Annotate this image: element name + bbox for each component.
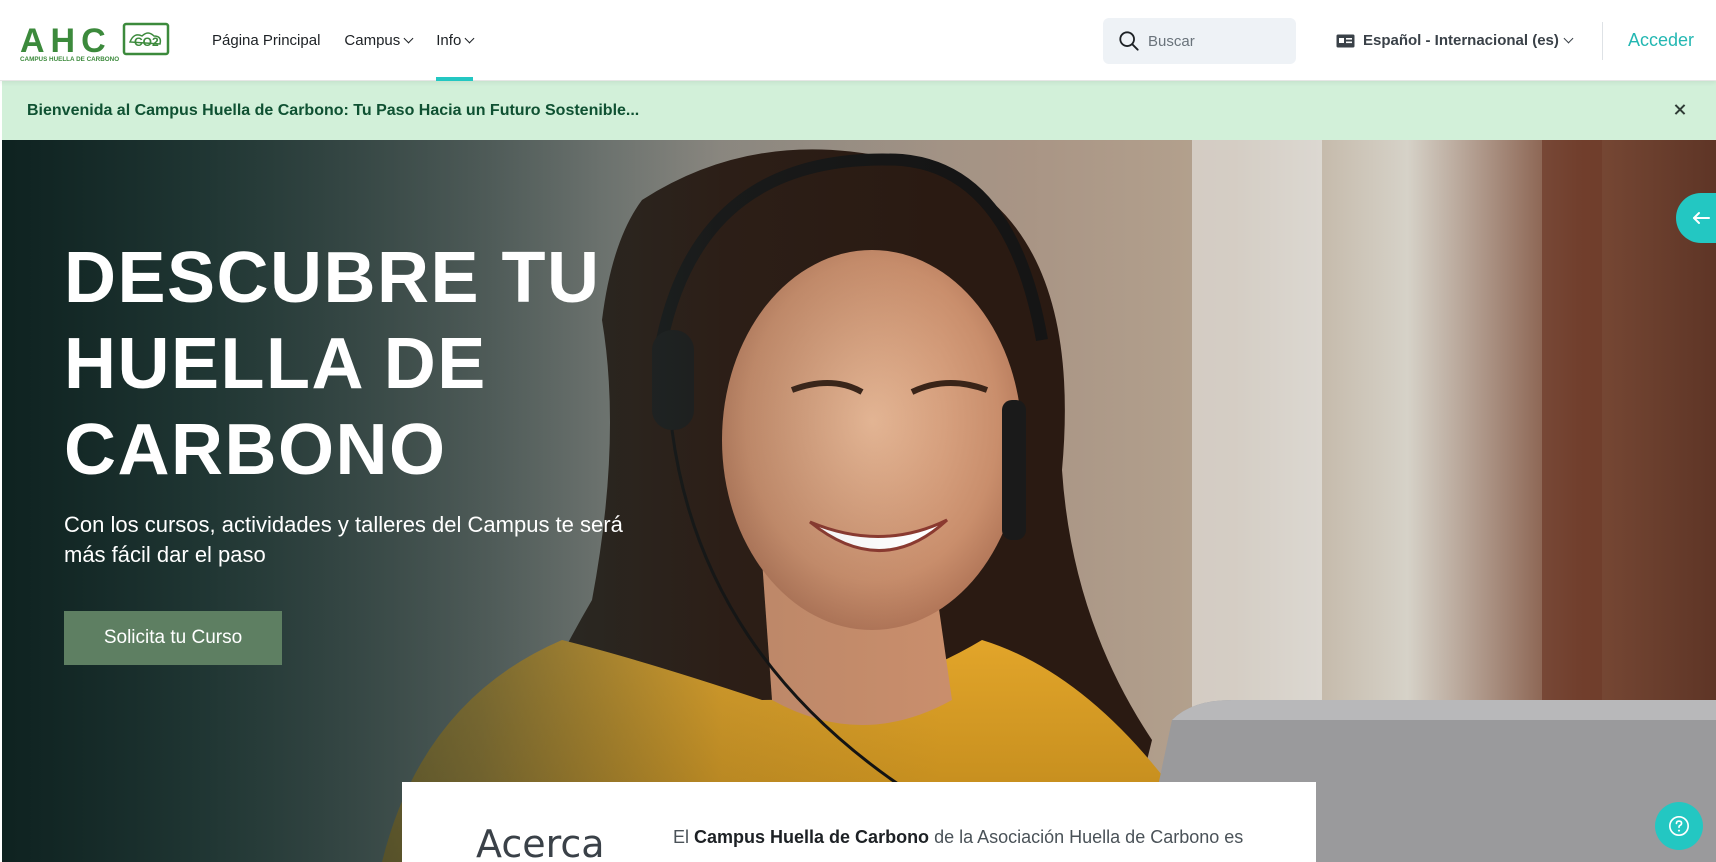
search-input[interactable]	[1148, 32, 1288, 50]
hero-title: DESCUBRE TU HUELLA DE CARBONO	[64, 238, 601, 490]
primary-navigation: Página Principal Campus Info	[212, 0, 485, 81]
welcome-alert: Bienvenida al Campus Huella de Carbono: …	[2, 81, 1716, 140]
nav-item-label: Página Principal	[212, 32, 321, 49]
request-course-button[interactable]: Solicita tu Curso	[64, 611, 282, 665]
alert-message: Bienvenida al Campus Huella de Carbono: …	[27, 101, 640, 119]
about-text-rest: de la Asociación Huella de Carbono es	[929, 827, 1244, 847]
arrow-left-icon	[1693, 212, 1710, 224]
navbar-divider	[1602, 22, 1603, 60]
logo-graphic: AHC CO2 CAMPUS HUELLA DE CARBONO	[20, 22, 170, 63]
about-text: El Campus Huella de Carbono de la Asocia…	[673, 822, 1273, 852]
language-selector[interactable]: Español - Internacional (es)	[1336, 0, 1574, 81]
about-text-prefix: El	[673, 827, 695, 847]
svg-text:AHC: AHC	[20, 22, 112, 60]
chevron-down-icon	[464, 33, 475, 44]
svg-text:CAMPUS HUELLA DE CARBONO: CAMPUS HUELLA DE CARBONO	[20, 56, 119, 62]
chevron-down-icon	[403, 33, 414, 44]
search-box[interactable]	[1103, 18, 1296, 64]
hero-banner: DESCUBRE TU HUELLA DE CARBONO Con los cu…	[2, 140, 1716, 862]
navbar: AHC CO2 CAMPUS HUELLA DE CARBONO Página …	[0, 0, 1716, 81]
help-button[interactable]	[1655, 802, 1703, 850]
login-link[interactable]: Acceder	[1628, 0, 1694, 81]
search-icon	[1119, 31, 1139, 51]
language-label: Español - Internacional (es)	[1363, 32, 1559, 49]
site-logo[interactable]: AHC CO2 CAMPUS HUELLA DE CARBONO	[20, 22, 170, 63]
chevron-down-icon	[1563, 33, 1574, 44]
nav-item-home[interactable]: Página Principal	[212, 0, 332, 81]
svg-text:CO2: CO2	[134, 35, 159, 49]
about-text-bold: Campus Huella de Carbono	[694, 827, 930, 847]
nav-item-info[interactable]: Info	[424, 0, 485, 81]
nav-item-label: Campus	[344, 32, 401, 49]
question-mark-icon	[1669, 816, 1689, 836]
nav-item-campus[interactable]: Campus	[332, 0, 424, 81]
about-card: Acerca El Campus Huella de Carbono de la…	[402, 782, 1316, 862]
language-icon	[1336, 34, 1355, 47]
about-heading: Acerca	[476, 822, 605, 862]
nav-item-label: Info	[436, 32, 462, 49]
hero-subtitle: Con los cursos, actividades y talleres d…	[64, 512, 623, 567]
close-icon[interactable]	[1670, 100, 1690, 120]
